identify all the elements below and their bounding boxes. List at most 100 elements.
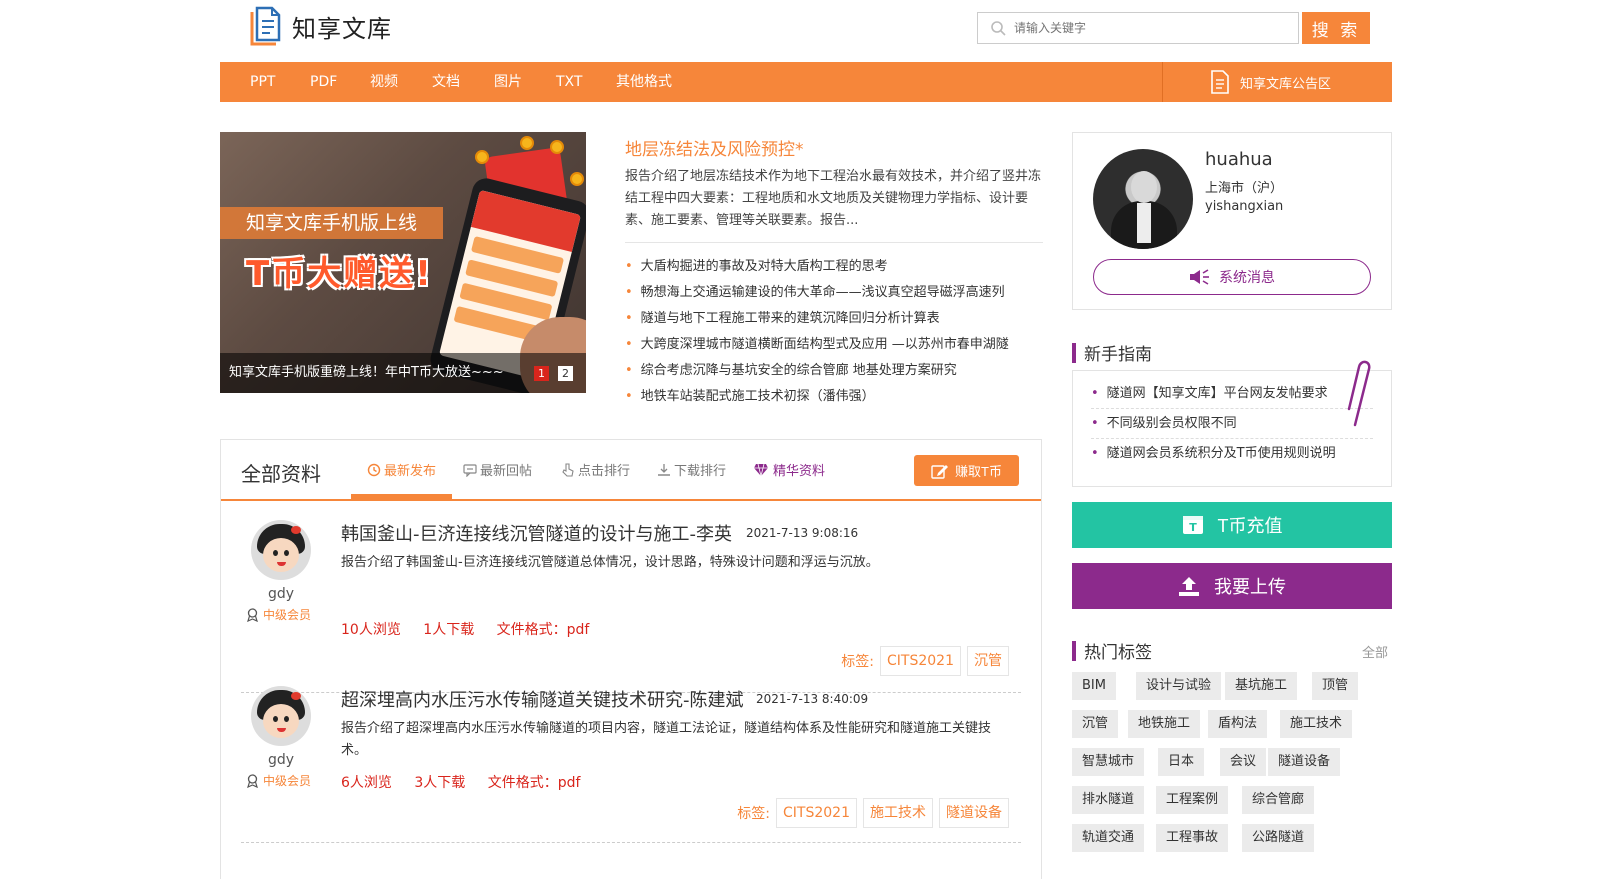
nav-item-image[interactable]: 图片	[494, 62, 522, 102]
nav-item-document[interactable]: 文档	[432, 62, 460, 102]
recharge-button[interactable]: T T币充值	[1072, 502, 1392, 548]
user-level: 中级会员	[246, 772, 311, 789]
item-stats: 10人浏览 1人下载 文件格式：pdf	[341, 619, 607, 639]
hot-tag[interactable]: 工程事故	[1156, 824, 1229, 852]
search-input[interactable]	[1012, 20, 1282, 36]
banner-caption: 知享文库手机版重磅上线！年中T币大放送~~~	[220, 353, 586, 393]
featured-description: 报告介绍了地层冻结技术作为地下工程治水最有效技术，并介绍了竖井冻结工程中四大要素…	[625, 169, 1042, 228]
item-tag[interactable]: 隧道设备	[939, 798, 1009, 828]
featured-list-item[interactable]: 隧道与地下工程施工带来的建筑沉降回归分析计算表	[625, 306, 1045, 332]
banner-tag-text: 知享文库手机版上线	[220, 207, 444, 239]
user-level: 中级会员	[246, 606, 311, 623]
hot-tag[interactable]: 施工技术	[1280, 710, 1353, 738]
tag-label: 标签:	[841, 654, 875, 670]
hot-tag[interactable]: 顶管	[1312, 672, 1359, 700]
search-button[interactable]: 搜 索	[1302, 12, 1370, 44]
coin-graphic	[570, 172, 584, 186]
site-logo[interactable]: 知享文库	[248, 6, 392, 46]
item-format: 文件格式：pdf	[496, 622, 590, 638]
nav-divider	[1162, 62, 1163, 102]
featured-title[interactable]: 地层冻结法及风险预控*	[625, 135, 804, 160]
featured-list-item[interactable]: 畅想海上交通运输建设的伟大革命——浅议真空超导磁浮高速列	[625, 280, 1045, 306]
clock-icon	[367, 463, 381, 477]
guide-item[interactable]: 隧道网会员系统积分及T币使用规则说明	[1091, 439, 1373, 469]
nav-item-video[interactable]: 视频	[370, 62, 398, 102]
hot-tag[interactable]: BIM	[1072, 672, 1116, 700]
hot-tag[interactable]: 公路隧道	[1242, 824, 1315, 852]
item-title[interactable]: 超深埋高内水压污水传输隧道关键技术研究-陈建斌	[341, 686, 744, 712]
download-icon	[657, 463, 671, 477]
notice-document-icon	[1210, 70, 1230, 94]
item-downloads: 3人下载	[414, 775, 466, 791]
earn-coins-label: 赚取T币	[955, 464, 1002, 479]
nav-item-pdf[interactable]: PDF	[310, 62, 337, 102]
tab-featured[interactable]: 精华资料	[753, 460, 825, 479]
hot-tag[interactable]: 工程案例	[1156, 786, 1229, 814]
upload-label: 我要上传	[1214, 577, 1286, 597]
banner-page-1[interactable]: 1	[534, 366, 549, 381]
hot-tag[interactable]: 日本	[1158, 748, 1205, 776]
item-downloads: 1人下载	[423, 622, 475, 638]
upload-icon	[1178, 575, 1200, 597]
upload-button[interactable]: 我要上传	[1072, 563, 1392, 609]
hot-tag[interactable]: 智慧城市	[1072, 748, 1145, 776]
tab-download-rank[interactable]: 下载排行	[657, 460, 726, 479]
item-tag[interactable]: 沉管	[967, 646, 1009, 676]
hot-tag[interactable]: 排水隧道	[1072, 786, 1145, 814]
user-profile-card: huahua 上海市（沪） yishangxian 系统消息	[1072, 132, 1392, 310]
item-tag[interactable]: CITS2021	[776, 798, 857, 828]
hot-tag[interactable]: 轨道交通	[1072, 824, 1145, 852]
item-views: 6人浏览	[341, 775, 392, 791]
system-message-button[interactable]: 系统消息	[1093, 259, 1371, 295]
search-box[interactable]	[977, 12, 1299, 44]
tab-latest[interactable]: 最新发布	[367, 460, 436, 479]
banner-headline: T币大赠送!	[246, 254, 433, 294]
item-tag[interactable]: 施工技术	[863, 798, 933, 828]
user-avatar[interactable]	[251, 686, 311, 746]
profile-nickname: yishangxian	[1205, 199, 1284, 214]
coin-graphic	[520, 136, 534, 150]
guide-item[interactable]: 不同级别会员权限不同	[1091, 409, 1373, 439]
user-name[interactable]: gdy	[241, 752, 321, 768]
section-bar	[1072, 342, 1076, 363]
item-tag[interactable]: CITS2021	[880, 646, 961, 676]
item-date: 2021-7-13 9:08:16	[746, 526, 859, 540]
nav-item-ppt[interactable]: PPT	[250, 62, 275, 102]
hot-tag[interactable]: 盾构法	[1208, 710, 1268, 738]
featured-list-item[interactable]: 大盾构掘进的事故及对特大盾构工程的思考	[625, 254, 1045, 280]
coin-t-icon: T	[1182, 515, 1204, 535]
document-list-panel: 全部资料 最新发布 最新回帖 点击排行 下载排行 精华资料 赚取T币 gdy 中…	[220, 439, 1042, 879]
guide-item[interactable]: 隧道网【知享文库】平台网友发帖要求	[1091, 379, 1373, 409]
tab-click-rank[interactable]: 点击排行	[561, 460, 630, 479]
hot-tag[interactable]: 综合管廊	[1242, 786, 1315, 814]
hot-tag[interactable]: 地铁施工	[1128, 710, 1201, 738]
featured-list-item[interactable]: 地铁车站装配式施工技术初探（潘伟强）	[625, 384, 1045, 410]
hot-tags-all-link[interactable]: 全部	[1362, 642, 1388, 661]
hot-tag[interactable]: 基坑施工	[1225, 672, 1298, 700]
hot-tag[interactable]: 设计与试验	[1136, 672, 1222, 700]
featured-list-item[interactable]: 大跨度深埋城市隧道横断面结构型式及应用 —以苏州市春申湖隧	[625, 332, 1045, 358]
user-name[interactable]: gdy	[241, 586, 321, 602]
pointer-icon	[561, 462, 575, 477]
hot-tag[interactable]: 沉管	[1072, 710, 1119, 738]
item-title[interactable]: 韩国釜山-巨济连接线沉管隧道的设计与施工-李英	[341, 520, 732, 546]
nav-item-other-formats[interactable]: 其他格式	[616, 62, 672, 102]
user-avatar[interactable]	[251, 520, 311, 580]
notice-link[interactable]: 知享文库公告区	[1210, 62, 1331, 102]
promo-banner[interactable]: 知享文库手机版上线 T币大赠送! 知享文库手机版重磅上线！年中T币大放送~~~ …	[220, 132, 586, 393]
tab-latest-reply[interactable]: 最新回帖	[463, 460, 532, 479]
tab-click-rank-label: 点击排行	[578, 464, 631, 479]
hot-tag[interactable]: 隧道设备	[1268, 748, 1341, 776]
featured-list-item[interactable]: 综合考虑沉降与基坑安全的综合管廊 地基处理方案研究	[625, 358, 1045, 384]
coin-graphic	[550, 140, 564, 154]
item-tags: 标签: CITS2021 沉管	[841, 646, 1009, 676]
item-stats: 6人浏览 3人下载 文件格式：pdf	[341, 772, 598, 792]
item-separator	[241, 842, 1021, 843]
hot-tag[interactable]: 会议	[1220, 748, 1267, 776]
nav-item-txt[interactable]: TXT	[556, 62, 582, 102]
banner-page-2[interactable]: 2	[558, 366, 573, 381]
earn-coins-button[interactable]: 赚取T币	[914, 455, 1019, 486]
medal-icon	[246, 607, 259, 622]
svg-text:T: T	[1189, 521, 1197, 534]
avatar[interactable]	[1093, 149, 1193, 249]
